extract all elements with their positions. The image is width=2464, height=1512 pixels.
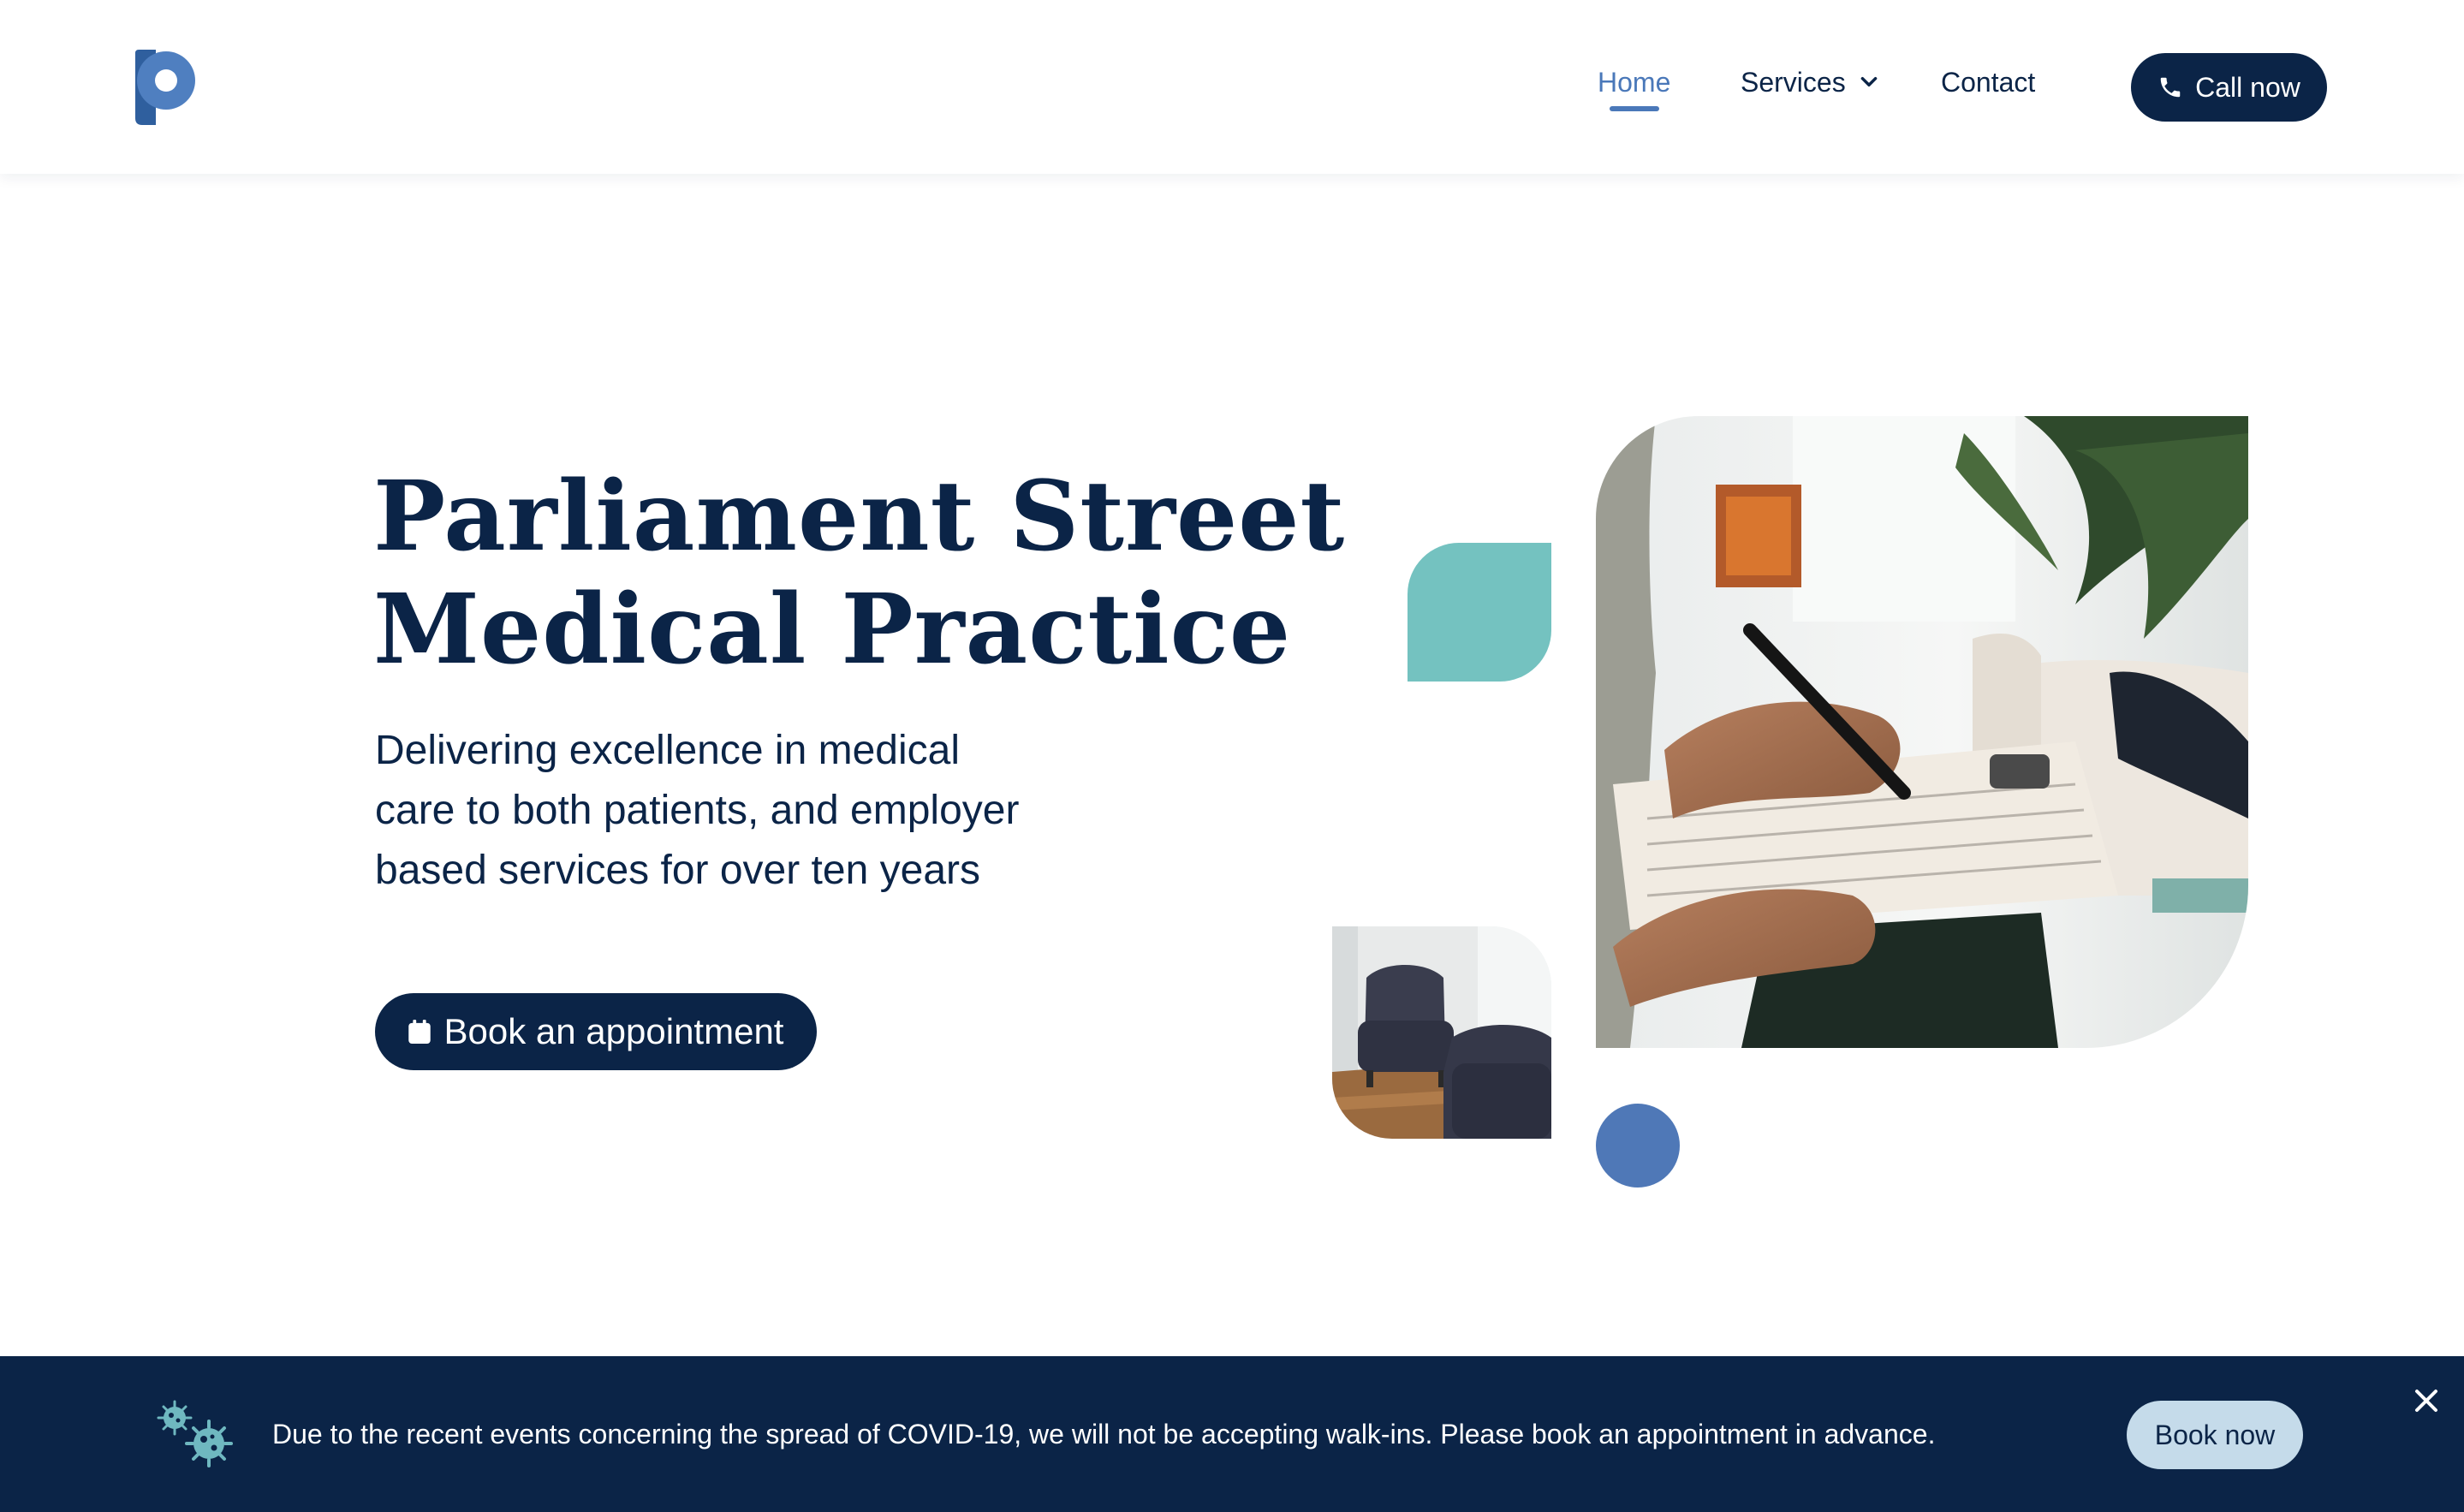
site-header: Home Services Contact Call now xyxy=(0,0,2464,174)
blue-decorative-circle xyxy=(1596,1104,1680,1188)
close-icon xyxy=(2415,1390,2437,1412)
nav-services[interactable]: Services xyxy=(1741,65,1880,99)
nav-home-active-indicator xyxy=(1610,106,1659,111)
hero-subtitle-line: based services for over ten years xyxy=(375,848,980,893)
covid-notice-text: Due to the recent events concerning the … xyxy=(272,1419,1936,1449)
call-now-button[interactable]: Call now xyxy=(2131,53,2327,122)
hero-title-line: Parliament Street xyxy=(373,461,1346,573)
book-appointment-label: Book an appointment xyxy=(443,1011,784,1051)
hero-subtitle-line: care to both patients, and employer xyxy=(375,788,1020,833)
book-appointment-button[interactable]: Book an appointment xyxy=(375,993,817,1070)
calendar-icon xyxy=(408,1020,431,1044)
virus-icon xyxy=(157,1400,233,1467)
call-now-label: Call now xyxy=(2195,71,2300,103)
hero-title-line: Medical Practice xyxy=(373,574,1292,686)
waiting-room-image xyxy=(1332,926,1551,1139)
hero-image-doctor-clipboard xyxy=(1596,416,2248,1048)
nav-home[interactable]: Home xyxy=(1598,65,1670,99)
chevron-down-icon xyxy=(1860,76,1878,86)
hero-subtitle: Delivering excellence in medical care to… xyxy=(375,721,1077,901)
banner-book-now-button[interactable]: Book now xyxy=(2127,1401,2303,1469)
hero-subtitle-line: Delivering excellence in medical xyxy=(375,728,960,773)
banner-close-button[interactable] xyxy=(2413,1387,2440,1414)
hero-title: Parliament Street Medical Practice xyxy=(373,461,1346,687)
nav-services-label: Services xyxy=(1741,67,1846,98)
logo[interactable] xyxy=(135,50,197,125)
p-logo-icon xyxy=(135,50,195,125)
teal-decorative-shape xyxy=(1408,543,1551,682)
nav-contact[interactable]: Contact xyxy=(1941,65,2035,99)
phone-icon xyxy=(2160,77,2181,98)
